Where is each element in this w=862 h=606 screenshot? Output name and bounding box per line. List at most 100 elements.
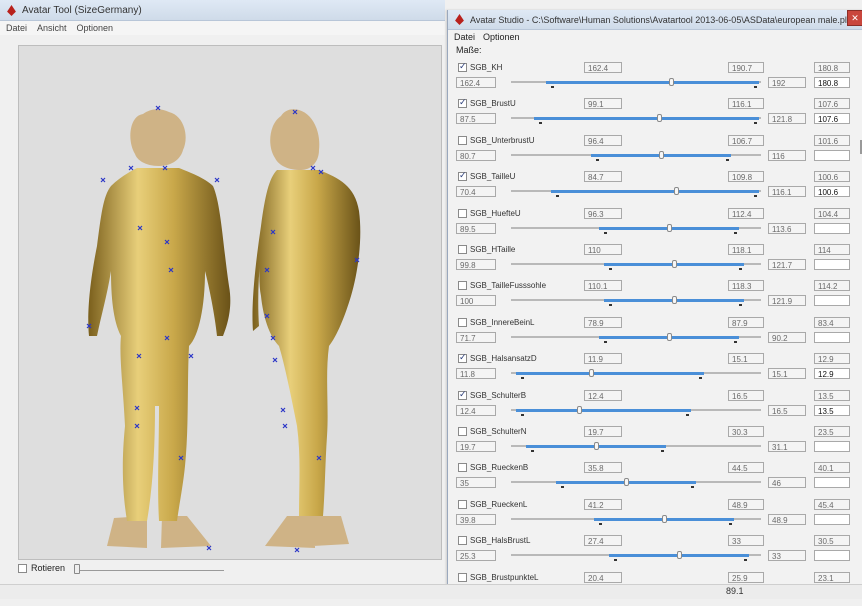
target-value-input[interactable] <box>814 295 850 307</box>
measurement-name[interactable]: SGB_HalsBrustL <box>458 536 531 546</box>
measurement-label: SGB_UnterbrustU <box>470 135 535 145</box>
min-value-field: 99.8 <box>456 259 496 270</box>
measurement-checkbox[interactable] <box>458 135 467 145</box>
upper-percentile-field: 44.5 <box>728 462 764 474</box>
upper-percentile-field: 109.8 <box>728 171 764 183</box>
measurement-slider-thumb[interactable] <box>594 442 599 450</box>
measurement-name[interactable]: SGB_SchulterB <box>458 389 526 400</box>
target-value-input[interactable] <box>814 513 850 525</box>
target-value-input[interactable] <box>814 550 850 562</box>
menu-datei[interactable]: Datei <box>454 32 475 42</box>
reference-value-field: 104.4 <box>814 207 850 219</box>
upper-percentile-field: 15.1 <box>728 353 764 365</box>
avatar-studio-titlebar: Avatar Studio - C:\Software\Human Soluti… <box>448 10 862 30</box>
marker <box>282 423 288 429</box>
menu-optionen[interactable]: Optionen <box>77 23 114 33</box>
range-end-tick <box>686 413 689 416</box>
measurement-slider-thumb[interactable] <box>669 78 674 86</box>
rotation-slider-thumb[interactable] <box>74 564 80 574</box>
measurement-name[interactable]: SGB_RueckenB <box>458 463 528 473</box>
measurement-slider-range <box>533 117 759 121</box>
measurement-checkbox[interactable] <box>458 427 467 436</box>
close-icon[interactable]: ✕ <box>847 10 862 26</box>
measurement-slider-thumb[interactable] <box>671 296 677 305</box>
measurement-checkbox[interactable] <box>458 352 467 364</box>
3d-viewport[interactable] <box>18 45 442 560</box>
measurement-checkbox[interactable] <box>458 61 467 72</box>
target-value-input[interactable]: 107.6 <box>814 113 850 125</box>
measurement-slider-thumb[interactable] <box>589 369 594 378</box>
rotate-label: Rotieren <box>31 563 66 573</box>
target-value-input[interactable] <box>814 259 850 270</box>
upper-percentile-field: 118.1 <box>728 244 764 255</box>
measurement-name[interactable]: SGB_HTaille <box>458 245 515 254</box>
measurement-slider-range <box>546 81 759 84</box>
marker <box>214 177 220 183</box>
measurement-slider-thumb[interactable] <box>661 514 667 523</box>
measurement-name[interactable]: SGB_HalsansatzD <box>458 352 537 364</box>
menu-ansicht[interactable]: Ansicht <box>37 23 67 33</box>
measurement-checkbox[interactable] <box>458 170 467 182</box>
measurement-label: SGB_HalsBrustL <box>470 536 531 546</box>
measurement-name[interactable]: SGB_TailleU <box>458 170 515 182</box>
measurement-checkbox[interactable] <box>458 97 467 109</box>
target-value-input[interactable]: 13.5 <box>814 404 850 416</box>
measurement-name[interactable]: SGB_RueckenL <box>458 499 527 509</box>
reference-value-field: 107.6 <box>814 98 850 110</box>
measurement-name[interactable]: SGB_UnterbrustU <box>458 135 535 145</box>
measurement-checkbox[interactable] <box>458 281 467 291</box>
range-end-tick <box>698 377 702 380</box>
range-end-tick <box>661 450 664 452</box>
measurement-checkbox[interactable] <box>458 536 467 546</box>
measurement-name[interactable]: SGB_SchulterN <box>458 427 526 436</box>
measurement-slider-thumb[interactable] <box>676 551 682 560</box>
menu-optionen[interactable]: Optionen <box>483 32 520 42</box>
target-value-input[interactable] <box>814 149 850 161</box>
measurement-checkbox[interactable] <box>458 499 467 509</box>
target-value-input[interactable]: 180.8 <box>814 77 850 88</box>
measurement-name[interactable]: SGB_HuefteU <box>458 208 521 218</box>
measurement-slider-thumb[interactable] <box>666 332 672 341</box>
menu-datei[interactable]: Datei <box>6 23 27 33</box>
measurement-name[interactable]: SGB_BrustpunkteL <box>458 572 538 582</box>
target-value-input[interactable] <box>814 477 850 489</box>
reference-value-field: 45.4 <box>814 498 850 510</box>
measurement-slider-thumb[interactable] <box>671 260 677 268</box>
measurement-checkbox[interactable] <box>458 317 467 327</box>
reference-value-field: 23.5 <box>814 426 850 437</box>
target-value-input[interactable] <box>814 331 850 343</box>
front-head <box>130 109 186 166</box>
upper-percentile-field: 116.1 <box>728 98 764 110</box>
marker <box>100 177 106 183</box>
rotation-slider-track[interactable] <box>74 570 224 571</box>
masse-label: Maße: <box>456 45 482 55</box>
reference-value-field: 23.1 <box>814 571 850 583</box>
measurement-checkbox[interactable] <box>458 572 467 582</box>
rotate-checkbox[interactable] <box>18 563 27 573</box>
measurement-name[interactable]: SGB_InnereBeinL <box>458 317 535 327</box>
upper-percentile-field: 112.4 <box>728 207 764 219</box>
rotate-control[interactable]: Rotieren <box>18 563 65 573</box>
measurement-slider-thumb[interactable] <box>576 405 582 414</box>
measurement-slider-thumb[interactable] <box>674 187 679 196</box>
measurement-slider-thumb[interactable] <box>624 478 629 487</box>
target-value-input[interactable]: 12.9 <box>814 368 850 380</box>
measurement-slider-thumb[interactable] <box>666 223 672 232</box>
measurement-name[interactable]: SGB_BrustU <box>458 97 516 109</box>
target-value-input[interactable] <box>814 441 850 452</box>
measurement-checkbox[interactable] <box>458 245 467 254</box>
range-start-tick <box>596 158 599 161</box>
measurement-name[interactable]: SGB_TailleFusssohle <box>458 281 546 291</box>
measurement-name[interactable]: SGB_KH <box>458 61 502 72</box>
avatar-studio-menubar: Datei Optionen <box>448 30 862 43</box>
upper-percentile-field: 87.9 <box>728 316 764 328</box>
measurement-checkbox[interactable] <box>458 208 467 218</box>
target-value-input[interactable]: 100.6 <box>814 186 850 198</box>
measurement-slider-thumb[interactable] <box>659 150 664 159</box>
measurement-checkbox[interactable] <box>458 463 467 473</box>
target-value-input[interactable] <box>814 222 850 234</box>
range-end-tick <box>743 559 747 562</box>
measurement-checkbox[interactable] <box>458 389 467 400</box>
avatar-models <box>86 105 361 553</box>
measurement-slider-thumb[interactable] <box>656 114 662 123</box>
